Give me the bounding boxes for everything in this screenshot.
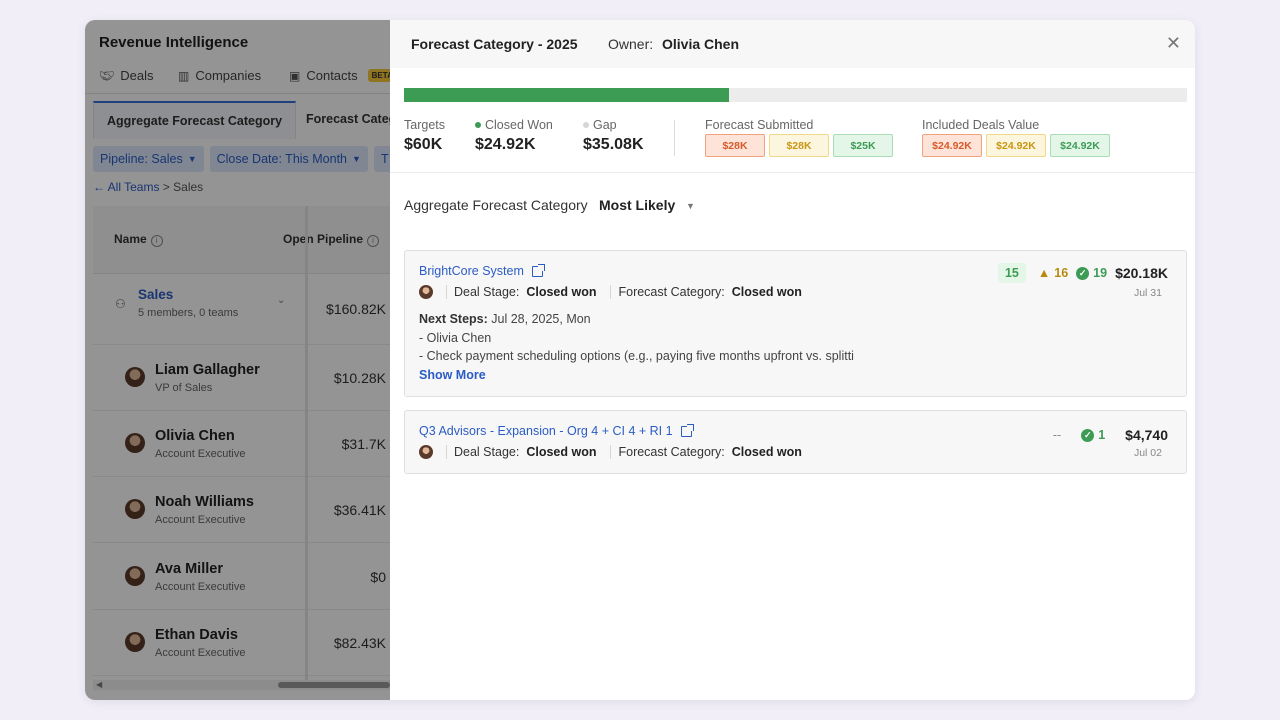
activity-count: -- (1052, 428, 1062, 442)
deal-meta: Deal Stage: Closed won Forecast Category… (419, 445, 809, 459)
deal-link[interactable]: Q3 Advisors - Expansion - Org 4 + CI 4 +… (419, 423, 694, 438)
section-divider (390, 172, 1195, 173)
next-steps-line: - Olivia Chen (419, 330, 492, 345)
deal-link[interactable]: BrightCore System (419, 263, 545, 278)
deal-close-date: Jul 02 (1133, 447, 1162, 459)
divider (446, 445, 447, 459)
included-deals-value: Included Deals Value $24.92K $24.92K $24… (922, 118, 1110, 157)
green-dot-icon (475, 122, 481, 128)
close-icon[interactable]: ✕ (1166, 33, 1181, 54)
check-count: 1 (1098, 428, 1106, 442)
owner-label: Owner: (608, 36, 654, 52)
forecast-category-label: Forecast Category: (618, 445, 725, 459)
target-progress-bar (404, 88, 1187, 102)
deal-meta: Deal Stage: Closed won Forecast Category… (419, 285, 809, 299)
forecast-pill-likely: $25K (833, 134, 893, 157)
check-circle-icon: ✓ (1081, 428, 1095, 442)
included-deals-label: Included Deals Value (922, 118, 1040, 132)
included-pill-commit: $24.92K (922, 134, 982, 157)
divider (446, 285, 447, 299)
check-circle-icon: ✓ (1076, 266, 1090, 280)
deal-metrics: -- ✓ 1 $4,740 (1053, 427, 1168, 443)
targets-stat: Targets $60K (404, 118, 445, 154)
forecast-submitted: Forecast Submitted $28K $28K $25K (705, 118, 893, 157)
deal-stage-value: Closed won (526, 285, 597, 299)
divider (610, 285, 612, 299)
aggregate-label: Aggregate Forecast Category (404, 197, 588, 213)
forecast-category-value: Closed won (731, 445, 802, 459)
warning-count: 16 (1054, 266, 1069, 280)
gray-dot-icon (583, 122, 589, 128)
next-steps: Next Steps: Jul 28, 2025, Mon - Olivia C… (419, 310, 854, 366)
progress-fill (404, 88, 730, 102)
stats-divider (674, 120, 675, 156)
deal-close-date: Jul 31 (1133, 287, 1162, 299)
owner-name: Olivia Chen (662, 36, 740, 52)
gap-value: $35.08K (583, 136, 644, 153)
drawer-title: Forecast Category - 2025 (411, 36, 578, 52)
deal-stage-label: Deal Stage: (454, 445, 520, 459)
closed-won-stat: Closed Won $24.92K (475, 118, 553, 154)
next-steps-label: Next Steps: (419, 312, 488, 326)
background-app: Revenue Intelligence 🤝︎ Deals ▥ Companie… (85, 20, 390, 700)
check-count: 19 (1093, 266, 1108, 280)
external-link-icon[interactable] (680, 423, 694, 437)
avatar (419, 285, 433, 299)
forecast-pill-commit: $28K (705, 134, 765, 157)
closed-won-label: Closed Won (485, 118, 553, 132)
aggregate-select[interactable]: Most Likely (599, 197, 675, 213)
next-steps-date: Jul 28, 2025, Mon (491, 312, 591, 326)
deal-amount: $4,740 (1125, 427, 1168, 443)
deal-name[interactable]: Q3 Advisors - Expansion - Org 4 + CI 4 +… (419, 424, 673, 438)
deal-card: BrightCore System Deal Stage: Closed won… (404, 250, 1187, 397)
drawer-header: Forecast Category - 2025 Owner: Olivia C… (390, 20, 1195, 68)
deal-stage-label: Deal Stage: (454, 285, 520, 299)
included-pill-best: $24.92K (986, 134, 1046, 157)
caret-down-icon[interactable]: ▼ (686, 201, 695, 211)
targets-label: Targets (404, 118, 445, 132)
deal-metrics: 15 ▲ 16 ✓ 19 $20.18K (997, 263, 1168, 283)
forecast-pill-best: $28K (769, 134, 829, 157)
forecast-submitted-label: Forecast Submitted (705, 118, 814, 132)
gap-stat: Gap $35.08K (583, 118, 644, 154)
forecast-drawer: Forecast Category - 2025 Owner: Olivia C… (390, 20, 1195, 700)
divider (610, 445, 612, 459)
deal-amount: $20.18K (1115, 265, 1168, 281)
warning-icon: ▲ (1037, 266, 1051, 280)
included-pill-likely: $24.92K (1050, 134, 1110, 157)
activity-count-badge: 15 (997, 263, 1026, 283)
external-link-icon[interactable] (531, 263, 545, 277)
forecast-category-label: Forecast Category: (618, 285, 725, 299)
closed-won-value: $24.92K (475, 136, 536, 153)
deal-stage-value: Closed won (526, 445, 597, 459)
gap-label: Gap (593, 118, 617, 132)
deal-card: Q3 Advisors - Expansion - Org 4 + CI 4 +… (404, 410, 1187, 474)
targets-value: $60K (404, 136, 443, 153)
show-more-link[interactable]: Show More (419, 368, 486, 382)
app-window: Revenue Intelligence 🤝︎ Deals ▥ Companie… (85, 20, 1195, 700)
next-steps-line: - Check payment scheduling options (e.g.… (419, 349, 854, 363)
avatar (419, 445, 433, 459)
forecast-category-value: Closed won (731, 285, 802, 299)
deal-name[interactable]: BrightCore System (419, 264, 524, 278)
modal-backdrop[interactable] (85, 20, 390, 700)
